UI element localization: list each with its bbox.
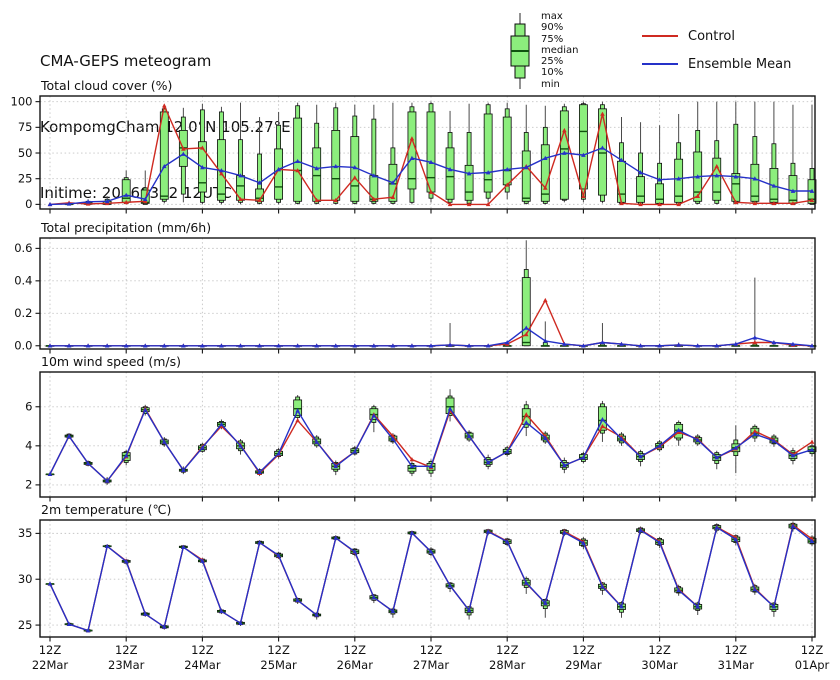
x-tick-day-label: 30Mar [641,658,678,672]
panel-1: 0.0 0.2 0.4 0.6 [14,238,816,354]
box-25-75 [522,151,530,201]
grid [40,520,815,637]
box-25-75 [294,400,302,416]
box-25-75 [579,105,587,189]
x-tick-day-label: 01Apr [795,658,830,672]
box-25-75 [637,177,645,203]
y-axis: 0 25 50 75 100 [11,94,40,211]
y-axis: 2 4 6 [25,400,40,492]
box-25-75 [541,145,549,202]
x-tick-day-label: 24Mar [184,658,221,672]
box-25-75 [160,112,168,199]
y-tick-label: 25 [18,618,33,632]
x-tick-hour-label: 12Z [39,643,62,657]
x-tick-hour-label: 12Z [267,643,290,657]
x-tick-hour-label: 12Z [191,643,214,657]
x-tick-hour-label: 12Z [420,643,443,657]
y-tick-label: 50 [18,146,33,160]
x-tick-hour-label: 12Z [801,643,824,657]
y-tick-label: 35 [18,526,33,540]
panel-2: 2 4 6 [25,372,816,502]
grid [40,372,815,497]
meteogram-chart: 02550751000.00.20.40.624625303512Z22Mar1… [0,0,840,680]
box-25-75 [408,112,416,189]
x-tick-hour-label: 12Z [115,643,138,657]
x-tick-hour-label: 12Z [648,643,671,657]
y-tick-label: 0.4 [14,274,32,288]
box-25-75 [465,165,473,200]
x-tick-day-label: 23Mar [108,658,145,672]
x-tick-day-label: 26Mar [337,658,374,672]
x-tick-day-label: 29Mar [565,658,602,672]
box-25-75 [503,117,511,185]
y-axis: 0.0 0.2 0.4 0.6 [14,241,40,352]
box-25-75 [560,111,568,199]
x-tick-day-label: 27Mar [413,658,450,672]
x-tick-hour-label: 12Z [572,643,595,657]
panel-frame [40,238,815,349]
box-25-75 [122,180,130,203]
boxplots [46,240,816,346]
meteogram-page: { "header": { "title": "CMA-GEPS meteogr… [0,0,840,680]
x-tick-hour-label: 12Z [496,643,519,657]
y-tick-label: 100 [11,94,33,108]
x-tick-hour-label: 12Z [344,643,367,657]
y-tick-label: 75 [18,120,33,134]
grid [40,238,815,349]
box-25-75 [656,184,664,204]
panel-frame [40,372,815,497]
boxplots [65,102,816,205]
x-tick-day-label: 31Mar [718,658,755,672]
box-25-75 [446,148,454,199]
control-line-markers [48,298,815,348]
y-tick-label: 4 [25,439,32,453]
panel-3: 25303512Z22Mar12Z23Mar12Z24Mar12Z25Mar12… [18,520,830,672]
y-tick-label: 30 [18,572,33,586]
panel-frame [40,520,815,637]
y-axis: 25 30 35 [18,526,40,632]
y-tick-label: 0 [25,197,32,211]
panel-0: 0 25 50 75 100 [11,94,816,213]
box-25-75 [618,161,626,202]
x-tick-hour-label: 12Z [725,643,748,657]
y-tick-label: 6 [25,400,32,414]
y-tick-label: 0.6 [14,241,32,255]
x-tick-day-label: 22Mar [32,658,69,672]
x-tick-day-label: 25Mar [260,658,297,672]
x-axis: 12Z22Mar12Z23Mar12Z24Mar12Z25Mar12Z26Mar… [32,637,830,672]
box-25-75 [598,109,606,195]
x-tick-day-label: 28Mar [489,658,526,672]
y-tick-label: 25 [18,171,33,185]
control-line [50,300,812,346]
y-tick-label: 0.0 [14,339,32,353]
y-tick-label: 2 [25,478,32,492]
box-25-75 [427,112,435,192]
box-25-75 [313,148,321,201]
y-tick-label: 0.2 [14,306,32,320]
